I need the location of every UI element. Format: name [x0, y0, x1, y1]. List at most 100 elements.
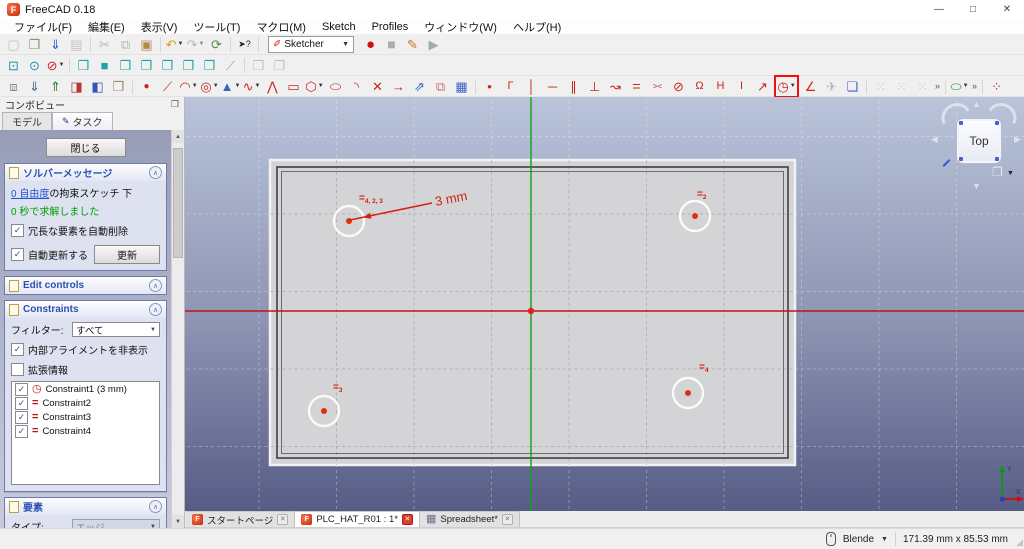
create-bspline-dropdown[interactable]: ▼ — [254, 83, 260, 89]
start-page-close-button[interactable]: ✕ — [277, 514, 288, 525]
undo-button[interactable]: ↶▼ — [165, 35, 185, 54]
whats-this-button[interactable]: ➤? — [235, 35, 255, 54]
menu-item[interactable]: 編集(E) — [80, 19, 133, 35]
draw-style-dropdown[interactable]: ▼ — [58, 62, 64, 68]
view-left-button[interactable]: ❐ — [200, 56, 220, 75]
create-conic-dropdown[interactable]: ▼ — [234, 83, 240, 89]
elements-header[interactable]: 要素 ∧ — [5, 498, 166, 515]
measure-distance-button[interactable]: ⟋ — [221, 56, 241, 75]
menu-item[interactable]: マクロ(M) — [248, 19, 314, 35]
create-circle-dropdown[interactable]: ▼ — [213, 83, 219, 89]
constrain-equal-button[interactable]: = — [627, 77, 647, 96]
menu-item[interactable]: ウィンドウ(W) — [416, 19, 505, 35]
trim-edge-button[interactable]: ✕ — [368, 77, 388, 96]
constraint-checkbox[interactable]: ✓ — [15, 397, 28, 410]
menu-item[interactable]: Sketch — [314, 21, 364, 33]
carbon-copy-button[interactable]: ⧉ — [431, 77, 451, 96]
view-axonometric-button[interactable]: ❒ — [74, 56, 94, 75]
view-top-button[interactable]: ❒ — [116, 56, 136, 75]
scroll-down-icon[interactable]: ▼ — [172, 515, 184, 528]
mdi-tab-plc-hat-document[interactable]: FPLC_HAT_R01 : 1*✕ — [295, 511, 420, 527]
nav-style-selector[interactable]: Blende — [843, 534, 874, 545]
filter-select[interactable]: すべて▼ — [72, 322, 160, 337]
resize-grip[interactable]: ◢ — [1016, 537, 1023, 548]
fit-all-button[interactable]: ⊡ — [4, 56, 24, 75]
create-arc-dropdown[interactable]: ▼ — [192, 83, 198, 89]
create-rectangle-button[interactable]: ▭ — [284, 77, 304, 96]
view-bottom-button[interactable]: ❐ — [179, 56, 199, 75]
bspline-tools-dropdown[interactable]: ▼ — [963, 83, 969, 89]
constrain-perpendicular-button[interactable]: ⊥ — [585, 77, 605, 96]
redo-dropdown[interactable]: ▼ — [198, 41, 204, 47]
make-link-button[interactable]: ⧈ — [4, 77, 24, 96]
constrain-parallel-button[interactable]: ∥ — [564, 77, 584, 96]
open-file-button[interactable]: ❐ — [25, 35, 45, 54]
scrollbar-thumb[interactable] — [173, 148, 183, 258]
nav-menu-dropdown-icon[interactable]: ▼ — [1007, 170, 1014, 177]
maximize-button[interactable]: □ — [956, 0, 990, 19]
constrain-radius-dropdown[interactable]: ▼ — [790, 83, 796, 89]
nav-down-icon[interactable]: ▼ — [972, 182, 981, 191]
sketch-point[interactable] — [321, 408, 327, 414]
export-document-button[interactable]: ⇑ — [46, 77, 66, 96]
mdi-tab-spreadsheet[interactable]: ▦Spreadsheet*✕ — [420, 511, 520, 527]
constrain-distance-x-button[interactable]: H — [711, 77, 731, 96]
toolbar-overflow[interactable]: » — [935, 81, 940, 91]
constraint-list-item[interactable]: ✓=Constraint2 — [12, 396, 159, 410]
draw-style-button[interactable]: ⊘▼ — [46, 56, 66, 75]
create-point-button[interactable]: ● — [137, 77, 157, 96]
collapse-icon[interactable]: ∧ — [149, 500, 162, 513]
collapse-icon[interactable]: ∧ — [149, 303, 162, 316]
float-panel-icon[interactable]: ❐ — [171, 99, 179, 110]
create-arc-button[interactable]: ◠▼ — [179, 77, 199, 96]
view-rear-button[interactable]: ❐ — [158, 56, 178, 75]
macro-stop-button[interactable]: ■ — [382, 35, 402, 54]
sketch-point[interactable] — [685, 390, 691, 396]
collapse-icon[interactable]: ∧ — [149, 166, 162, 179]
create-fillet-button[interactable]: ◝ — [347, 77, 367, 96]
constrain-distance-button[interactable]: ↗ — [753, 77, 773, 96]
create-line-button[interactable]: ⟋ — [158, 77, 178, 96]
import-document-button[interactable]: ⇓ — [25, 77, 45, 96]
dof-link[interactable]: 0 自由度 — [11, 189, 49, 200]
nav-corner-mark[interactable] — [943, 159, 951, 167]
auto-remove-checkbox[interactable]: ✓ — [11, 224, 24, 237]
macro-edit-button[interactable]: ✎ — [403, 35, 423, 54]
macro-play-button[interactable]: ▶ — [424, 35, 444, 54]
spreadsheet-close-button[interactable]: ✕ — [502, 514, 513, 525]
save-file-button[interactable]: ⇓ — [46, 35, 66, 54]
origin-point[interactable] — [528, 308, 534, 314]
navigation-cube[interactable]: ▲ ◀ ▶ Top ▼ ❒ ▼ — [930, 100, 1024, 200]
refresh-button[interactable]: ⟳ — [207, 35, 227, 54]
create-polygon-button[interactable]: ⬡▼ — [305, 77, 325, 96]
create-bspline-button[interactable]: ∿▼ — [242, 77, 262, 96]
constraint-list-item[interactable]: ✓=Constraint3 — [12, 410, 159, 424]
paste-button[interactable]: ▣ — [137, 35, 157, 54]
constrain-block-button[interactable]: ⊘ — [669, 77, 689, 96]
create-polygon-dropdown[interactable]: ▼ — [318, 83, 324, 89]
toggle-driving-constraint-button[interactable]: ❏ — [843, 77, 863, 96]
collapse-icon[interactable]: ∧ — [149, 279, 162, 292]
constrain-vertical-button[interactable]: │ — [522, 77, 542, 96]
constraint-checkbox[interactable]: ✓ — [15, 383, 28, 396]
create-circle-button[interactable]: ◎▼ — [200, 77, 220, 96]
tab-model[interactable]: モデル — [2, 112, 52, 130]
external-geometry-button[interactable]: ⇗ — [410, 77, 430, 96]
constraint-checkbox[interactable]: ✓ — [15, 425, 28, 438]
nav-mini-cube-icon[interactable]: ❒ — [992, 166, 1003, 178]
nav-left-icon[interactable]: ◀ — [931, 135, 938, 144]
view-screenshot-button[interactable]: ◨ — [67, 77, 87, 96]
close-button[interactable]: ✕ — [990, 0, 1024, 19]
create-conic-button[interactable]: ▲▼ — [221, 77, 241, 96]
panel-scrollbar[interactable]: ▲ ▼ — [171, 130, 184, 528]
constrain-coincident-button[interactable]: • — [480, 77, 500, 96]
create-polyline-button[interactable]: ⋀ — [263, 77, 283, 96]
view-right-button[interactable]: ❒ — [137, 56, 157, 75]
constraint-list-item[interactable]: ✓◷Constraint1 (3 mm) — [12, 382, 159, 396]
update-button[interactable]: 更新 — [94, 245, 160, 264]
plc-hat-document-close-button[interactable]: ✕ — [402, 514, 413, 525]
view-front-button[interactable]: ■ — [95, 56, 115, 75]
construction-mode-button[interactable]: ▦ — [452, 77, 472, 96]
solver-messages-header[interactable]: ソルバーメッセージ ∧ — [5, 164, 166, 181]
undo-dropdown[interactable]: ▼ — [177, 41, 183, 47]
